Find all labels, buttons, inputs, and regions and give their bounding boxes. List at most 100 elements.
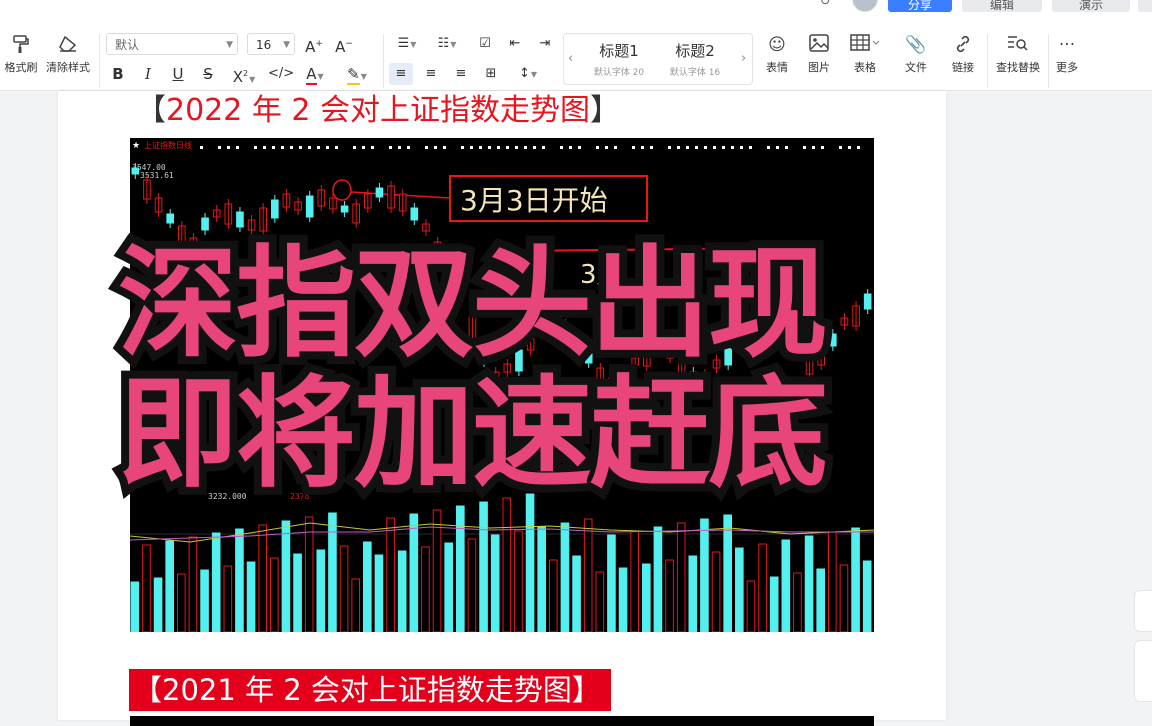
share-button[interactable]: 分享	[888, 0, 952, 12]
chevron-right-icon[interactable]: ›	[741, 51, 746, 66]
volume-bar	[281, 520, 291, 632]
header-dot	[785, 146, 788, 149]
font-color-button[interactable]: A▼	[298, 63, 332, 85]
font-size-select[interactable]: 16 ▼	[247, 33, 295, 55]
more-button[interactable]: ··· 更多	[1041, 34, 1093, 75]
chart-star: ★	[132, 141, 140, 151]
align-right-button[interactable]: ≡	[449, 63, 473, 85]
superscript-button[interactable]: X2▼	[226, 63, 262, 86]
header-dot	[299, 146, 302, 149]
insert-file-button[interactable]: 📎 文件	[890, 34, 942, 75]
toolbar: 格式刷 清除样式 默认 ▼ 16 ▼ A+ A− B I U S X2▼ </>…	[0, 12, 1152, 91]
volume-bar	[304, 516, 314, 632]
italic-button[interactable]: I	[136, 63, 160, 85]
font-family-value: 默认	[115, 38, 140, 52]
header-dot	[461, 146, 464, 149]
insert-table-button[interactable]: 表格	[839, 34, 891, 75]
line-spacing-button[interactable]: ↕▼	[511, 63, 545, 85]
align-left-button[interactable]: ≡	[389, 63, 413, 85]
document-page[interactable]: 【2022 年 2 会对上证指数走势图】 ★ 上证指数日线 3547.00 35…	[58, 91, 946, 726]
code-icon[interactable]: </>	[268, 63, 294, 85]
image-icon	[793, 34, 845, 56]
header-dot	[803, 146, 806, 149]
header-dot	[353, 146, 356, 149]
header-dot	[848, 146, 851, 149]
header-dot	[488, 146, 491, 149]
present-button[interactable]: 演示	[1052, 0, 1130, 12]
insert-image-label: 图片	[808, 61, 830, 74]
header-dot	[479, 146, 482, 149]
find-replace-button[interactable]: 查找替换	[990, 34, 1046, 75]
align-center-button[interactable]: ≡	[419, 63, 443, 85]
header-dot	[236, 146, 239, 149]
side-comment-button[interactable]	[1134, 640, 1152, 702]
insert-link-button[interactable]: 链接	[937, 34, 989, 75]
volume-bar	[246, 561, 256, 632]
stock-chart-2021-image[interactable]	[130, 716, 874, 726]
bullet-list-button[interactable]: ☰▼	[390, 33, 424, 55]
annotation-text-1: 3月3日开始	[460, 184, 608, 217]
header-dot	[722, 146, 725, 149]
header-dot	[569, 146, 572, 149]
volume-bar	[339, 545, 349, 632]
volume-bar	[211, 532, 221, 632]
header-dot	[578, 146, 581, 149]
bold-button[interactable]: B	[106, 63, 130, 85]
chevron-left-icon[interactable]: ‹	[568, 51, 573, 66]
header-dot	[821, 146, 824, 149]
justify-button[interactable]: ⊞	[479, 63, 503, 85]
heading-2022[interactable]: 【2022 年 2 会对上证指数走势图】	[136, 91, 620, 131]
more-label: 更多	[1056, 61, 1078, 74]
volume-bar	[421, 546, 430, 632]
header-dot	[839, 146, 842, 149]
checklist-icon[interactable]: ☑	[473, 33, 497, 55]
increase-font-button[interactable]: A+	[302, 33, 326, 56]
side-float-button[interactable]	[1134, 590, 1152, 632]
indent-icon[interactable]: ⇥	[533, 33, 557, 55]
volume-bar	[514, 530, 523, 632]
header-dot	[713, 146, 716, 149]
more-menu-button[interactable]	[1138, 0, 1152, 12]
outdent-icon[interactable]: ⇤	[503, 33, 527, 55]
volume-bar	[490, 534, 500, 632]
volume-bar	[723, 514, 732, 632]
history-icon[interactable]: ↺	[820, 0, 831, 9]
avatar[interactable]	[852, 0, 878, 12]
decrease-font-button[interactable]: A−	[332, 33, 356, 56]
header-dot	[263, 146, 266, 149]
volume-bar	[456, 505, 465, 632]
stock-chart-image[interactable]: ★ 上证指数日线 3547.00 3531.61 3月3日开始 3月 3232.…	[130, 138, 874, 632]
strikethrough-button[interactable]: S	[196, 63, 220, 85]
header-dot	[362, 146, 365, 149]
volume-bar	[177, 573, 186, 632]
volume-bar	[200, 569, 209, 632]
format-painter-button[interactable]: 格式刷	[0, 34, 47, 75]
header-dot	[218, 146, 221, 149]
edit-mode-button[interactable]: 编辑	[962, 0, 1042, 12]
find-replace-label: 查找替换	[996, 61, 1040, 74]
style-title: 标题2	[675, 42, 715, 60]
header-dot	[497, 146, 500, 149]
chart-name: 上证指数日线	[144, 140, 192, 150]
header-dot	[749, 146, 752, 149]
underline-button[interactable]: U	[166, 63, 190, 85]
volume-bar	[851, 527, 860, 632]
header-dot	[317, 146, 320, 149]
header-dot	[596, 146, 599, 149]
clear-format-button[interactable]: 清除样式	[42, 34, 94, 75]
header-dot	[857, 146, 860, 149]
highlight-button[interactable]: ✎▼	[340, 63, 374, 85]
header-dot	[704, 146, 707, 149]
header-dot	[335, 146, 338, 149]
link-icon	[937, 34, 989, 56]
numbered-list-button[interactable]: ☷▼	[428, 33, 466, 55]
header-dot	[371, 146, 374, 149]
style-heading1[interactable]: 标题1 默认字体 20	[584, 40, 654, 78]
insert-image-button[interactable]: 图片	[793, 34, 845, 75]
volume-bar	[409, 513, 419, 632]
heading-2021[interactable]: 【2021 年 2 会对上证指数走势图】	[129, 669, 611, 711]
volume-bar	[839, 564, 849, 632]
header-dot	[767, 146, 770, 149]
font-family-select[interactable]: 默认 ▼	[106, 33, 238, 55]
style-heading2[interactable]: 标题2 默认字体 16	[660, 40, 730, 78]
